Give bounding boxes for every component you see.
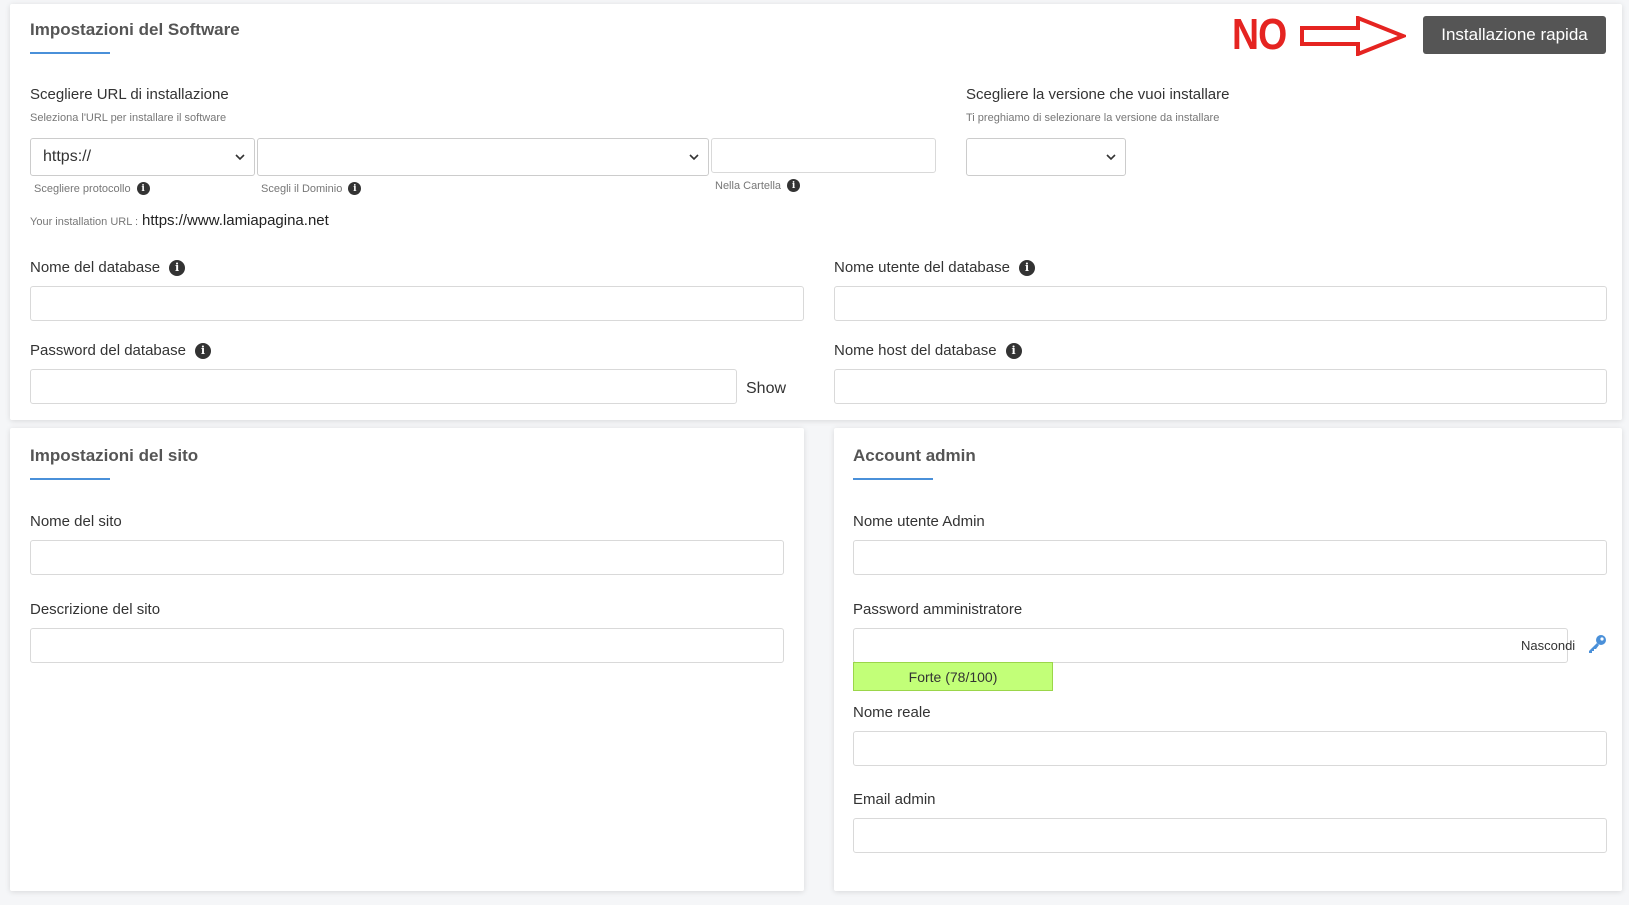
admin-username-input[interactable] [853,540,1607,575]
software-title-underline [30,52,110,54]
admin-realname-label: Nome reale [853,704,931,721]
db-host-label: Nome host del database i [834,342,1022,359]
info-icon[interactable]: i [1005,342,1022,359]
info-icon[interactable]: i [194,342,211,359]
admin-account-title: Account admin [853,446,976,465]
db-user-label: Nome utente del database i [834,259,1035,276]
db-host-input[interactable] [834,369,1607,404]
admin-username-label: Nome utente Admin [853,513,985,530]
software-settings-title: Impostazioni del Software [30,20,240,39]
db-password-label: Password del database i [30,342,211,359]
chevron-down-icon [235,154,245,161]
protocol-select-value: https:// [43,148,92,165]
url-hint: Seleziona l'URL per installare il softwa… [30,112,227,124]
protocol-hint-text: Scegliere protocollo [34,182,131,195]
key-icon[interactable] [1586,633,1608,655]
db-name-input[interactable] [30,286,804,321]
db-name-label: Nome del database i [30,259,186,276]
installation-url-value: https://www.lamiapagina.net [142,212,329,229]
password-strength-indicator: Forte (78/100) [853,662,1053,691]
folder-input[interactable] [711,138,936,173]
admin-password-hide-toggle[interactable]: Nascondi [1521,638,1575,653]
site-name-label: Nome del sito [30,513,122,530]
quick-install-button[interactable]: Installazione rapida [1423,16,1606,54]
info-icon[interactable]: i [169,259,186,276]
installation-url: Your installation URL : https://www.lami… [30,212,329,229]
admin-password-label: Password amministratore [853,601,1023,618]
site-title-underline [30,478,110,480]
version-select[interactable] [966,138,1126,176]
site-description-input[interactable] [30,628,784,663]
protocol-hint: Scegliere protocollo i [34,182,150,195]
version-hint: Ti preghiamo di selezionare la versione … [966,112,1220,124]
domain-hint-text: Scegli il Dominio [261,182,343,195]
db-user-input[interactable] [834,286,1607,321]
arrow-right-icon [1300,16,1406,56]
admin-realname-input[interactable] [853,731,1607,766]
admin-password-input[interactable] [853,628,1568,663]
version-label: Scegliere la versione che vuoi installar… [966,86,1230,103]
url-label: Scegliere URL di installazione [30,86,229,103]
info-icon[interactable]: i [1018,259,1035,276]
folder-hint: Nella Cartella i [715,179,801,192]
annotation-no-text: NO [1232,10,1287,59]
db-name-label-text: Nome del database [30,259,161,276]
installation-url-prefix: Your installation URL : [30,216,139,228]
info-icon[interactable]: i [348,182,362,195]
protocol-select[interactable]: https:// [30,138,255,176]
chevron-down-icon [1106,154,1116,161]
db-password-input[interactable] [30,369,737,404]
folder-hint-text: Nella Cartella [715,179,782,192]
chevron-down-icon [689,154,699,161]
info-icon[interactable]: i [136,182,150,195]
domain-select[interactable] [257,138,709,176]
db-user-label-text: Nome utente del database [834,259,1010,276]
site-settings-title: Impostazioni del sito [30,446,199,465]
site-description-label: Descrizione del sito [30,601,161,618]
db-host-label-text: Nome host del database [834,342,997,359]
site-name-input[interactable] [30,540,784,575]
info-icon[interactable]: i [787,179,801,192]
admin-email-input[interactable] [853,818,1607,853]
db-password-show-toggle[interactable]: Show [746,380,786,398]
admin-title-underline [853,478,933,480]
db-password-label-text: Password del database [30,342,186,359]
admin-email-label: Email admin [853,791,936,808]
domain-hint: Scegli il Dominio i [261,182,362,195]
